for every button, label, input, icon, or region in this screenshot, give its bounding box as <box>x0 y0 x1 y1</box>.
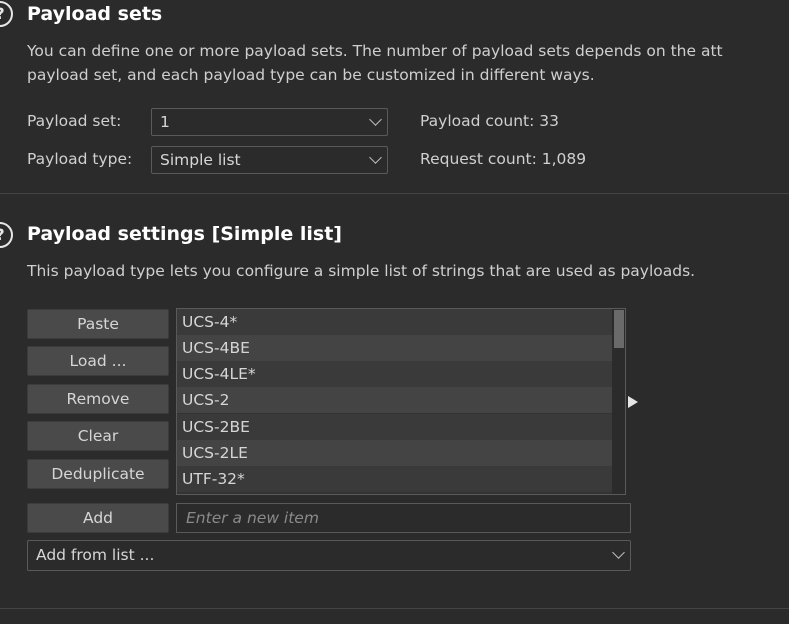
clear-button[interactable]: Clear <box>27 421 169 451</box>
payload-list[interactable]: UCS-4* UCS-4BE UCS-4LE* UCS-2 UCS-2BE UC… <box>176 308 626 495</box>
request-count: Request count: 1,089 <box>420 150 587 168</box>
triangle-right-icon[interactable] <box>628 396 638 408</box>
payload-type-select[interactable]: Simple list <box>151 146 388 174</box>
chevron-down-icon <box>369 151 382 164</box>
list-item[interactable]: UTF-32* <box>177 466 613 492</box>
add-from-list-label: Add from list ... <box>36 546 155 564</box>
help-icon[interactable]: ? <box>0 1 13 27</box>
add-from-list-select[interactable]: Add from list ... <box>27 540 631 571</box>
payload-settings-title: Payload settings [Simple list] <box>27 223 342 245</box>
payload-settings-description: This payload type lets you configure a s… <box>27 262 696 280</box>
new-item-input[interactable]: Enter a new item <box>176 503 631 533</box>
payload-sets-title: Payload sets <box>27 3 163 25</box>
list-item[interactable]: UCS-4* <box>177 309 613 335</box>
list-item[interactable]: UCS-2BE <box>177 414 613 440</box>
deduplicate-button[interactable]: Deduplicate <box>27 459 169 489</box>
payload-type-value: Simple list <box>160 151 241 169</box>
list-item[interactable]: UCS-2 <box>177 387 613 413</box>
payload-set-select[interactable]: 1 <box>151 108 388 136</box>
payload-type-label: Payload type: <box>27 150 133 168</box>
list-item[interactable]: UCS-2LE <box>177 440 613 466</box>
payload-sets-description-line1: You can define one or more payload sets.… <box>27 42 723 60</box>
help-icon[interactable]: ? <box>0 222 13 248</box>
list-scrollbar[interactable] <box>612 309 625 494</box>
add-button[interactable]: Add <box>27 503 169 533</box>
list-item[interactable]: UCS-4BE <box>177 335 613 361</box>
list-item[interactable]: UCS-4LE* <box>177 361 613 387</box>
payload-count: Payload count: 33 <box>420 112 559 130</box>
chevron-down-icon <box>369 113 382 126</box>
section-divider <box>0 608 789 609</box>
payload-sets-description-line2: payload set, and each payload type can b… <box>27 66 595 84</box>
section-divider <box>0 193 789 194</box>
load-button[interactable]: Load ... <box>27 346 169 376</box>
chevron-down-icon <box>612 546 625 559</box>
remove-button[interactable]: Remove <box>27 384 169 414</box>
payload-set-label: Payload set: <box>27 112 122 130</box>
payload-set-value: 1 <box>160 113 170 131</box>
paste-button[interactable]: Paste <box>27 309 169 339</box>
scrollbar-thumb[interactable] <box>614 310 624 348</box>
